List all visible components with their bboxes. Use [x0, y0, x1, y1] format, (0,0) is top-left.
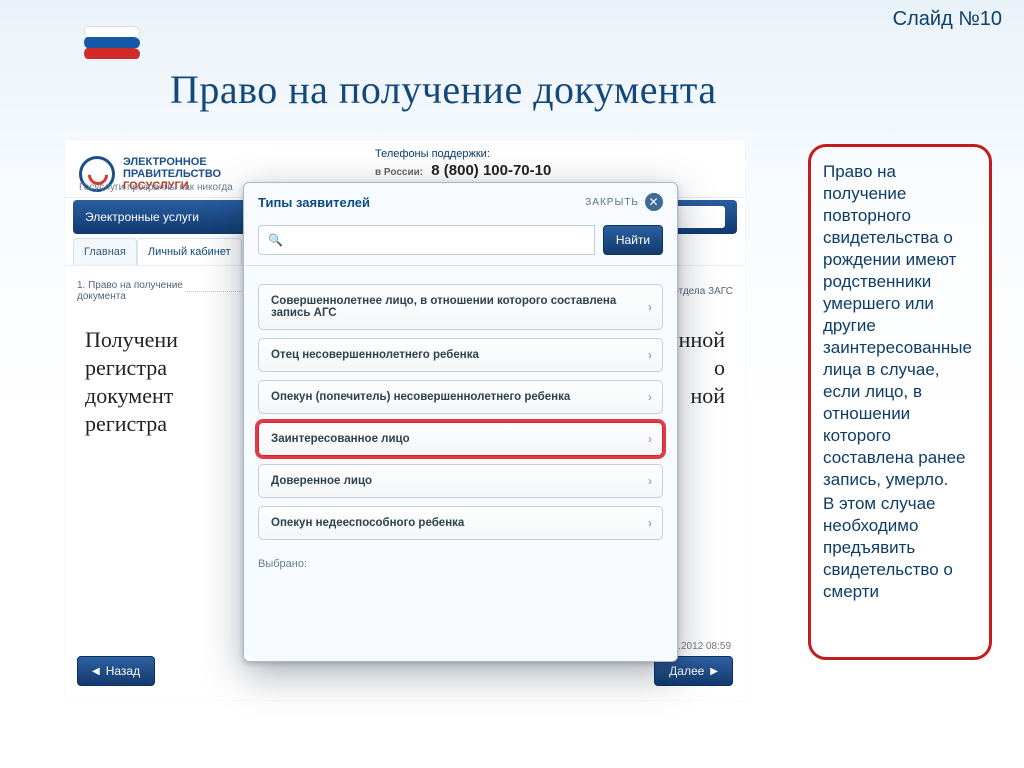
search-icon: 🔍 — [268, 233, 283, 247]
callout-p1: Право на получение повторного свидетельс… — [823, 161, 977, 491]
chevron-right-icon: › — [648, 516, 652, 530]
back-button[interactable]: ◀ Назад — [77, 656, 155, 686]
applicant-option[interactable]: Отец несовершеннолетнего ребенка› — [258, 338, 663, 372]
chevron-right-icon: › — [648, 432, 652, 446]
applicant-option[interactable]: Совершеннолетнее лицо, в отношении котор… — [258, 284, 663, 330]
applicant-option[interactable]: Опекун недееспособного ребенка› — [258, 506, 663, 540]
chevron-right-icon: › — [648, 300, 652, 314]
support-prefix: в России: — [375, 167, 423, 178]
explanation-callout: Право на получение повторного свидетельс… — [808, 144, 992, 660]
chevron-left-icon: ◀ — [92, 666, 100, 677]
step-1: 1. Право на получение документа — [77, 280, 187, 302]
portal-tagline: Госуслуги прозрачны как никогда — [79, 182, 233, 193]
support-block: Телефоны поддержки: в России: 8 (800) 10… — [375, 148, 551, 179]
applicant-option[interactable]: Доверенное лицо› — [258, 464, 663, 498]
applicant-type-modal: Типы заявителей ЗАКРЫТЬ ✕ 🔍 Найти Соверш… — [243, 182, 678, 662]
chevron-right-icon: ▶ — [710, 666, 718, 677]
close-icon: ✕ — [645, 193, 663, 211]
modal-title: Типы заявителей — [258, 195, 370, 210]
tab-home[interactable]: Главная — [73, 238, 137, 265]
support-label[interactable]: Телефоны поддержки: — [375, 148, 490, 160]
applicant-options: Совершеннолетнее лицо, в отношении котор… — [244, 266, 677, 548]
chevron-right-icon: › — [648, 348, 652, 362]
slide-title: Право на получение документа — [170, 66, 717, 113]
modal-search-input[interactable] — [258, 225, 595, 255]
tab-account[interactable]: Личный кабинет — [137, 238, 242, 265]
slide-number: Слайд №10 — [893, 8, 1002, 31]
russia-flag-icon — [84, 26, 140, 62]
support-phone: 8 (800) 100-70-10 — [431, 162, 551, 179]
applicant-option[interactable]: Опекун (попечитель) несовершеннолетнего … — [258, 380, 663, 414]
callout-p2: В этом случае необходимо предъявить свид… — [823, 493, 977, 603]
applicant-option[interactable]: Заинтересованное лицо› — [258, 422, 663, 456]
nav-eservices[interactable]: Электронные услуги — [85, 210, 199, 224]
modal-close[interactable]: ЗАКРЫТЬ ✕ — [585, 193, 663, 211]
chevron-right-icon: › — [648, 474, 652, 488]
find-button[interactable]: Найти — [603, 225, 663, 255]
selected-line: Выбрано — [244, 548, 677, 570]
chevron-right-icon: › — [648, 390, 652, 404]
